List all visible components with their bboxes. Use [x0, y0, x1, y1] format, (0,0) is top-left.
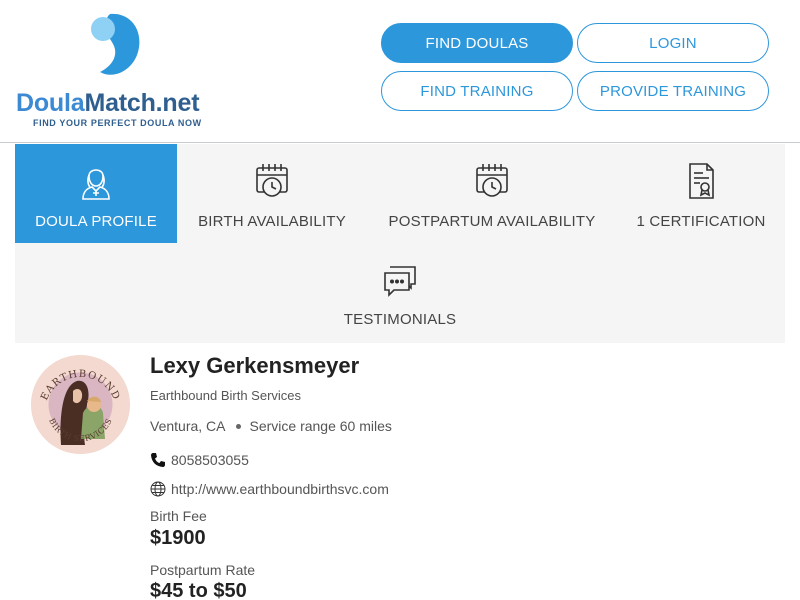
- find-training-button[interactable]: FIND TRAINING: [381, 71, 573, 111]
- provide-training-button[interactable]: PROVIDE TRAINING: [577, 71, 769, 111]
- separator-dot: [235, 423, 241, 429]
- chat-bubbles-icon: [384, 266, 416, 297]
- certificate-icon: [689, 163, 714, 199]
- birth-fee-value: $1900: [150, 527, 206, 549]
- service-range: Service range 60 miles: [249, 418, 392, 434]
- tab-certification[interactable]: 1 CERTIFICATION: [617, 144, 785, 243]
- tab-label: BIRTH AVAILABILITY: [198, 213, 346, 230]
- website-row[interactable]: http://www.earthboundbirthsvc.com: [150, 481, 389, 497]
- tab-postpartum-availability[interactable]: POSTPARTUM AVAILABILITY: [367, 144, 617, 243]
- logo-wordmark: DoulaMatch.net: [16, 89, 200, 117]
- find-doulas-button[interactable]: FIND DOULAS: [381, 23, 573, 63]
- calendar-clock-icon: [476, 164, 508, 197]
- postpartum-rate-label: Postpartum Rate: [150, 562, 256, 578]
- calendar-clock-icon: [256, 164, 288, 197]
- logo-tagline: FIND YOUR PERFECT DOULA NOW: [33, 118, 202, 128]
- profile-tabs: DOULA PROFILE BIRTH AVAILABILITY POSTPAR…: [15, 144, 785, 343]
- doula-person-icon: [82, 169, 110, 200]
- doulamatch-logo[interactable]: DoulaMatch.net FIND YOUR PERFECT DOULA N…: [16, 12, 216, 130]
- site-header: DoulaMatch.net FIND YOUR PERFECT DOULA N…: [0, 0, 800, 143]
- tab-testimonials[interactable]: TESTIMONIALS: [320, 243, 480, 342]
- phone-icon: [151, 453, 165, 467]
- phone-number[interactable]: 8058503055: [171, 452, 249, 468]
- postpartum-rate-value: $45 to $50: [150, 580, 247, 600]
- tab-label: 1 CERTIFICATION: [636, 213, 766, 230]
- phone-row[interactable]: 8058503055: [150, 452, 249, 468]
- tab-label: POSTPARTUM AVAILABILITY: [388, 213, 596, 230]
- location-line: Ventura, CA Service range 60 miles: [150, 418, 392, 434]
- business-logo: EARTHBOUND BIRTH SERVICES: [31, 355, 130, 454]
- birth-fee-label: Birth Fee: [150, 508, 207, 524]
- logo-mark-icon: [91, 13, 140, 75]
- login-button[interactable]: LOGIN: [577, 23, 769, 63]
- tab-doula-profile[interactable]: DOULA PROFILE: [15, 144, 177, 243]
- globe-icon: [150, 481, 166, 497]
- business-name: Earthbound Birth Services: [150, 388, 302, 403]
- tab-birth-availability[interactable]: BIRTH AVAILABILITY: [177, 144, 367, 243]
- doula-name: Lexy Gerkensmeyer: [150, 353, 360, 378]
- tab-label: DOULA PROFILE: [35, 213, 157, 230]
- earthbound-logo-image: EARTHBOUND BIRTH SERVICES: [31, 355, 130, 454]
- location-city: Ventura, CA: [150, 418, 226, 434]
- tab-label: TESTIMONIALS: [343, 311, 457, 328]
- website-link[interactable]: http://www.earthboundbirthsvc.com: [171, 481, 389, 497]
